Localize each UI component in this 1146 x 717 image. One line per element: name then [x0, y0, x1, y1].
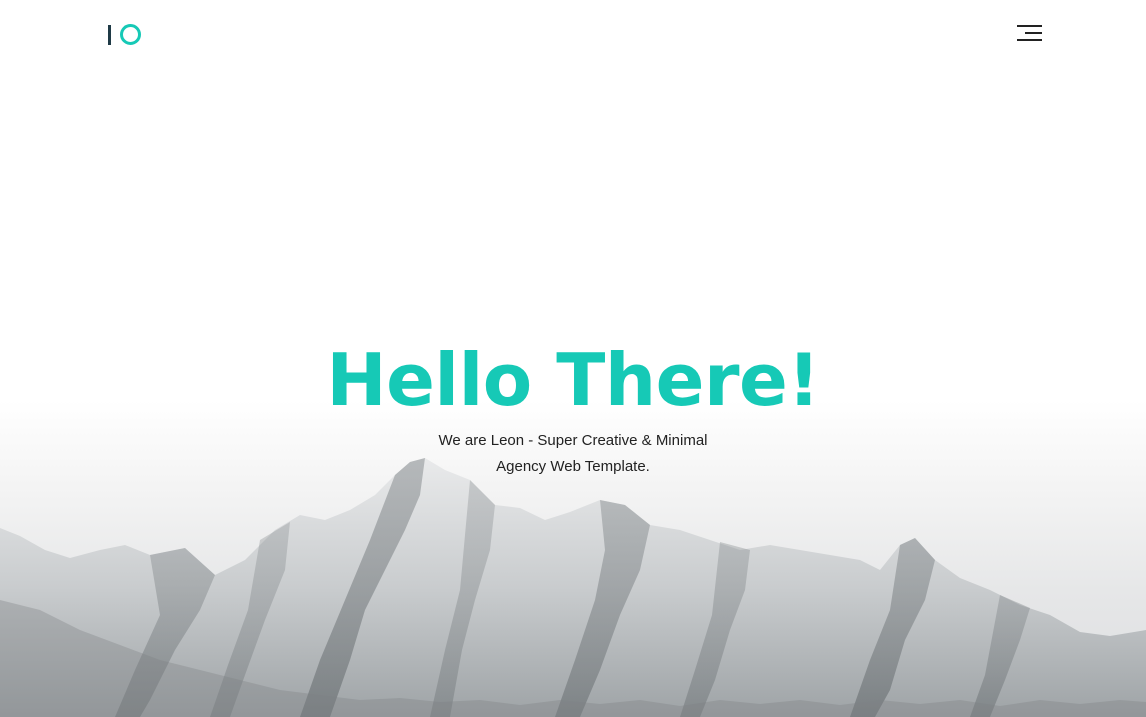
logo-bar-icon — [108, 25, 111, 45]
menu-line-top — [1017, 25, 1042, 27]
hero-subtitle-line-2: Agency Web Template. — [496, 458, 650, 475]
menu-line-middle — [1025, 32, 1042, 34]
site-logo[interactable] — [106, 22, 146, 48]
logo-ring-icon — [120, 24, 141, 45]
hero-title: Hello There! — [326, 338, 820, 422]
page: Hello There! We are Leon - Super Creativ… — [0, 0, 1146, 717]
menu-line-bottom — [1017, 39, 1042, 41]
hero-subtitle: We are Leon - Super Creative & Minimal A… — [373, 428, 773, 480]
hamburger-menu-icon[interactable] — [1014, 22, 1044, 46]
hero-subtitle-line-1: We are Leon - Super Creative & Minimal — [438, 432, 708, 449]
